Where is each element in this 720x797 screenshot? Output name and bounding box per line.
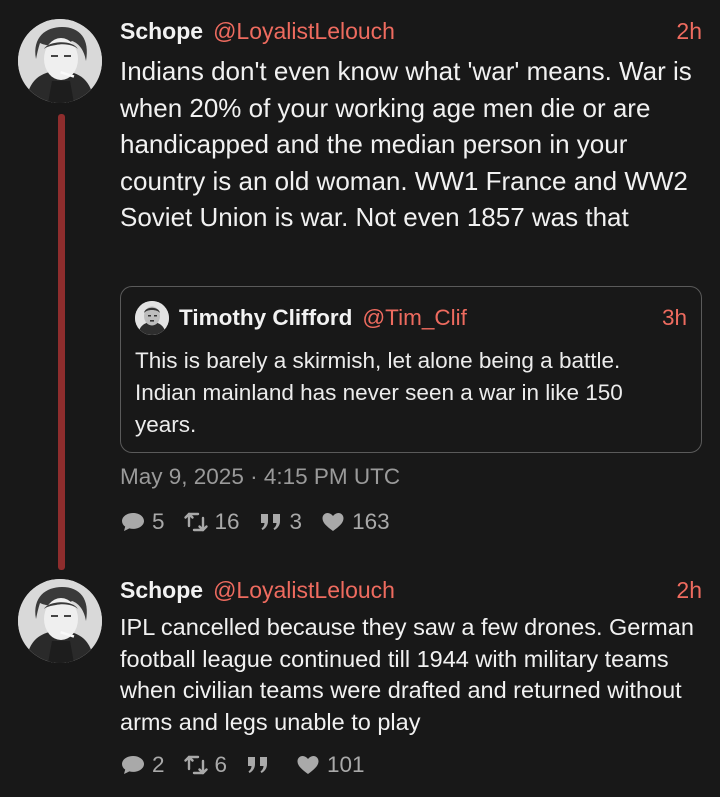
quote-author-name[interactable]: Timothy Clifford <box>179 305 352 331</box>
post-timestamp[interactable]: May 9, 2025 · 4:15 PM UTC <box>120 464 400 490</box>
quote-icon <box>248 757 268 773</box>
repost-count: 16 <box>214 509 240 534</box>
reply-count: 2 <box>152 752 165 777</box>
repost-icon <box>183 755 208 775</box>
like-icon <box>297 756 319 774</box>
quote-count: 3 <box>289 509 303 534</box>
like-button[interactable]: 101 <box>295 752 365 778</box>
author-handle[interactable]: @LoyalistLelouch <box>213 577 395 604</box>
avatar[interactable] <box>18 579 102 663</box>
reply-count: 5 <box>152 509 165 534</box>
quote-text: This is barely a skirmish, let alone bei… <box>135 348 623 437</box>
quote-icon <box>260 514 280 530</box>
post-header: Schope @LoyalistLelouch <box>120 574 395 606</box>
like-icon <box>322 513 344 531</box>
avatar[interactable] <box>135 301 169 335</box>
post-header: Schope @LoyalistLelouch <box>120 15 395 47</box>
quote-time[interactable]: 3h <box>662 301 687 335</box>
thread-view: Schope @LoyalistLelouch 2h Indians don't… <box>0 0 720 797</box>
post-stats: 2 6 101 <box>120 752 383 778</box>
thread-line <box>58 114 65 570</box>
avatar[interactable] <box>18 19 102 103</box>
like-button[interactable]: 163 <box>320 509 390 535</box>
reply-button[interactable]: 5 <box>120 509 165 535</box>
author-name[interactable]: Schope <box>120 18 203 45</box>
repost-button[interactable]: 6 <box>183 752 228 778</box>
quote-button[interactable] <box>245 754 277 776</box>
quote-button[interactable]: 3 <box>258 509 303 535</box>
repost-icon <box>183 512 208 532</box>
repost-button[interactable]: 16 <box>183 509 240 535</box>
like-count: 163 <box>352 509 390 534</box>
post-stats: 5 16 3 163 <box>120 509 408 535</box>
reply-icon <box>122 756 144 774</box>
like-count: 101 <box>327 752 365 777</box>
quote-author-handle[interactable]: @Tim_Clif <box>362 305 467 331</box>
repost-count: 6 <box>214 752 228 777</box>
reply-button[interactable]: 2 <box>120 752 165 778</box>
quoted-post[interactable]: Timothy Clifford @Tim_Clif 3h This is ba… <box>120 286 702 453</box>
author-name[interactable]: Schope <box>120 577 203 604</box>
author-handle[interactable]: @LoyalistLelouch <box>213 18 395 45</box>
post-time[interactable]: 2h <box>676 574 702 606</box>
post-text: IPL cancelled because they saw a few dro… <box>120 614 694 735</box>
post-text: Indians don't even know what 'war' means… <box>120 56 692 232</box>
quote-header: Timothy Clifford @Tim_Clif <box>179 301 467 335</box>
post-time[interactable]: 2h <box>676 15 702 47</box>
reply-icon <box>122 513 144 531</box>
